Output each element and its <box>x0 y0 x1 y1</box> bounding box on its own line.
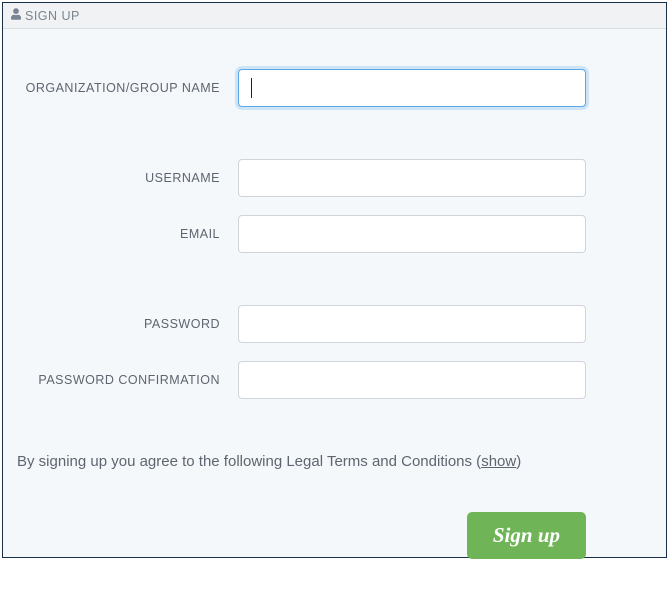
password-confirm-input[interactable] <box>238 361 586 399</box>
username-label: USERNAME <box>13 171 238 185</box>
email-label: EMAIL <box>13 227 238 241</box>
signup-button[interactable]: Sign up <box>467 512 586 559</box>
org-input[interactable] <box>238 69 586 107</box>
password-input[interactable] <box>238 305 586 343</box>
terms-show-link[interactable]: show <box>481 453 516 470</box>
password-confirm-row: PASSWORD CONFIRMATION <box>13 361 586 399</box>
org-row: ORGANIZATION/GROUP NAME <box>13 69 586 107</box>
panel-body: ORGANIZATION/GROUP NAME USERNAME EMAIL P… <box>3 29 666 589</box>
email-row: EMAIL <box>13 215 586 253</box>
username-input[interactable] <box>238 159 586 197</box>
org-label: ORGANIZATION/GROUP NAME <box>13 81 238 95</box>
username-row: USERNAME <box>13 159 586 197</box>
terms-suffix: ) <box>516 453 521 470</box>
button-row: Sign up <box>13 512 586 559</box>
user-icon <box>11 8 21 23</box>
panel-header: SIGN UP <box>3 3 666 29</box>
password-confirm-label: PASSWORD CONFIRMATION <box>13 373 238 387</box>
terms-text: By signing up you agree to the following… <box>13 453 586 470</box>
password-row: PASSWORD <box>13 305 586 343</box>
signup-panel: SIGN UP ORGANIZATION/GROUP NAME USERNAME… <box>2 2 667 558</box>
terms-prefix: By signing up you agree to the following… <box>17 453 481 470</box>
password-label: PASSWORD <box>13 317 238 331</box>
email-input[interactable] <box>238 215 586 253</box>
text-cursor <box>251 78 252 98</box>
panel-title: SIGN UP <box>25 9 80 23</box>
